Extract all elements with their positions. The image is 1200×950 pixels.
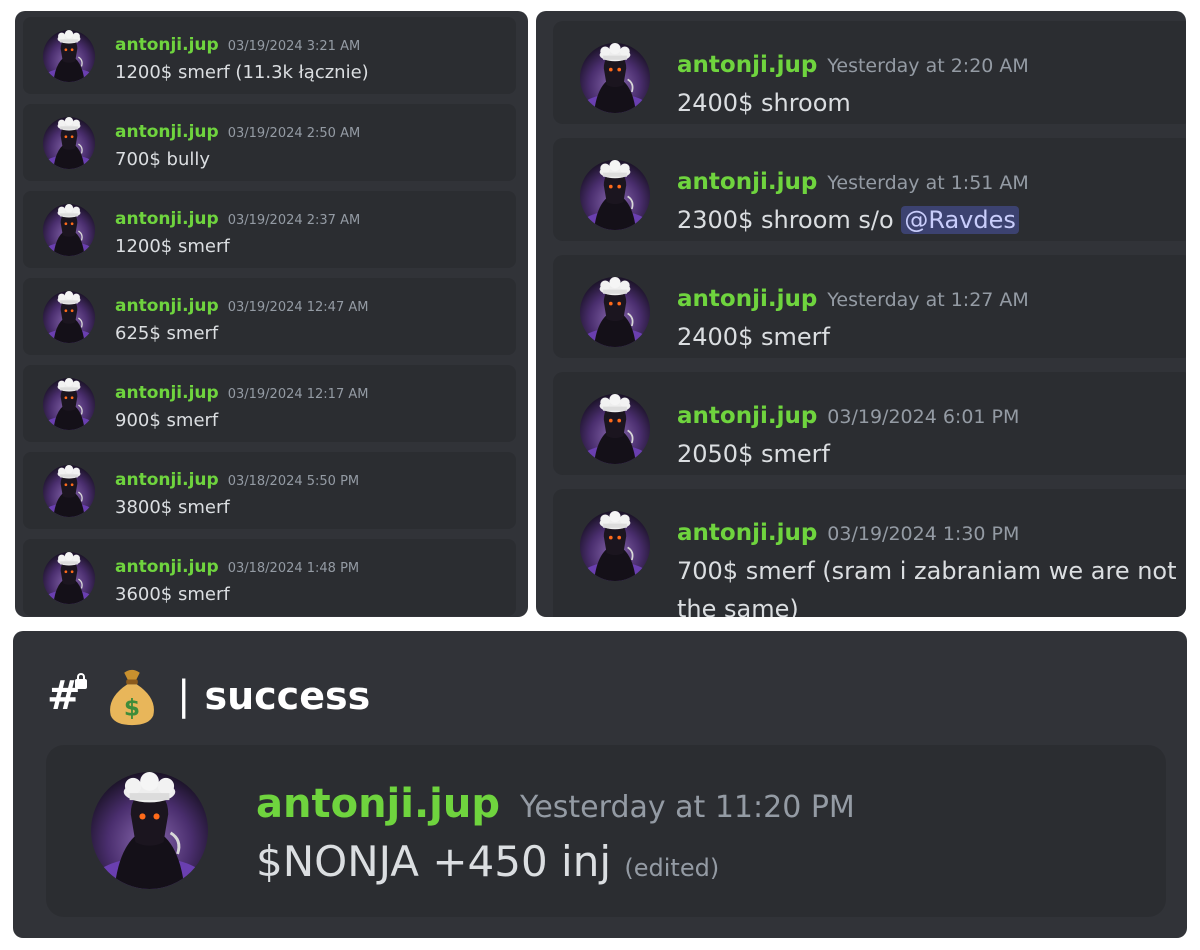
message-content: $NONJA +450 inj: [256, 837, 612, 886]
user-avatar[interactable]: [580, 511, 650, 581]
message-text: 2050$ smerf: [677, 440, 830, 468]
channel-name[interactable]: success: [204, 674, 370, 718]
username[interactable]: antonji.jup: [677, 403, 817, 429]
private-channel-hash-icon: #: [47, 673, 91, 719]
timestamp: Yesterday at 1:51 AM: [827, 172, 1029, 194]
message-text: 700$ bully: [115, 149, 211, 170]
username[interactable]: antonji.jup: [677, 520, 817, 546]
lock-icon: [75, 673, 87, 689]
edited-label: (edited): [624, 854, 720, 882]
username[interactable]: antonji.jup: [115, 383, 219, 403]
message-item[interactable]: antonji.jup 03/18/2024 1:48 PM 3600$ smer…: [23, 539, 516, 616]
user-avatar[interactable]: [43, 117, 95, 169]
money-bag-emoji-icon: $: [110, 669, 154, 726]
right-screenshot-panel: antonji.jup Yesterday at 2:20 AM 2400$ sh…: [536, 11, 1186, 617]
message-item[interactable]: antonji.jup 03/18/2024 5:50 PM 3800$ smer…: [23, 452, 516, 529]
message-item[interactable]: antonji.jup 03/19/2024 2:50 AM 700$ bully: [23, 104, 516, 181]
message-item[interactable]: antonji.jup 03/19/2024 2:37 AM 1200$ smer…: [23, 191, 516, 268]
user-avatar[interactable]: [580, 43, 650, 113]
svg-text:$: $: [124, 694, 140, 721]
message-text: 2400$ shroom: [677, 89, 851, 117]
user-avatar[interactable]: [43, 204, 95, 256]
channel-separator: |: [177, 673, 191, 719]
left-screenshot-panel: antonji.jup 03/19/2024 3:21 AM 1200$ smer…: [15, 11, 528, 617]
message-text: $NONJA +450 inj (edited): [256, 837, 719, 886]
username[interactable]: antonji.jup: [115, 209, 219, 229]
featured-message[interactable]: antonji.jup Yesterday at 11:20 PM $NONJA …: [46, 745, 1166, 917]
user-avatar[interactable]: [43, 378, 95, 430]
timestamp: 03/19/2024 6:01 PM: [827, 406, 1020, 428]
message-text: 900$ smerf: [115, 410, 219, 431]
username[interactable]: antonji.jup: [115, 35, 219, 55]
timestamp: 03/18/2024 1:48 PM: [227, 561, 360, 576]
username[interactable]: antonji.jup: [115, 122, 219, 142]
timestamp: 03/18/2024 5:50 PM: [227, 474, 360, 489]
timestamp: 03/19/2024 2:37 AM: [227, 213, 361, 228]
timestamp: Yesterday at 1:27 AM: [827, 289, 1029, 311]
user-avatar[interactable]: [91, 772, 208, 889]
username[interactable]: antonji.jup: [115, 296, 219, 316]
user-avatar[interactable]: [43, 291, 95, 343]
channel-screenshot-panel: # $ | success antonji.jup Yesterday at 11…: [13, 631, 1187, 938]
username[interactable]: antonji.jup: [677, 286, 817, 312]
username[interactable]: antonji.jup: [115, 557, 219, 577]
message-text-prefix: 2300$ shroom s/o: [677, 206, 902, 234]
message-item[interactable]: antonji.jup 03/19/2024 3:21 AM 1200$ smer…: [23, 17, 516, 94]
timestamp: Yesterday at 2:20 AM: [827, 55, 1029, 77]
timestamp: 03/19/2024 12:17 AM: [227, 387, 369, 402]
user-avatar[interactable]: [43, 465, 95, 517]
user-avatar[interactable]: [580, 160, 650, 230]
username[interactable]: antonji.jup: [677, 52, 817, 78]
user-avatar[interactable]: [580, 277, 650, 347]
message-item[interactable]: antonji.jup 03/19/2024 12:17 AM 900$ smer…: [23, 365, 516, 442]
message-text: 3600$ smerf: [115, 584, 230, 605]
message-item[interactable]: antonji.jup Yesterday at 2:20 AM 2400$ sh…: [553, 21, 1186, 124]
timestamp: 03/19/2024 1:30 PM: [827, 523, 1020, 545]
message-item[interactable]: antonji.jup 03/19/2024 12:47 AM 625$ smer…: [23, 278, 516, 355]
username[interactable]: antonji.jup: [677, 169, 817, 195]
timestamp: 03/19/2024 12:47 AM: [227, 300, 369, 315]
message-item[interactable]: antonji.jup Yesterday at 1:27 AM 2400$ sm…: [553, 255, 1186, 358]
message-item[interactable]: antonji.jup 03/19/2024 1:30 PM 700$ smerf…: [553, 489, 1186, 617]
user-avatar[interactable]: [580, 394, 650, 464]
user-mention[interactable]: @Ravdes: [901, 206, 1019, 234]
user-avatar[interactable]: [43, 30, 95, 82]
message-text: 3800$ smerf: [115, 497, 230, 518]
username[interactable]: antonji.jup: [256, 781, 500, 827]
timestamp: 03/19/2024 3:21 AM: [227, 39, 361, 54]
message-item[interactable]: antonji.jup Yesterday at 1:51 AM 2300$ sh…: [553, 138, 1186, 241]
message-item[interactable]: antonji.jup 03/19/2024 6:01 PM 2050$ smer…: [553, 372, 1186, 475]
timestamp: Yesterday at 11:20 PM: [519, 790, 855, 825]
channel-header: # $ | success: [47, 661, 370, 731]
message-text: 1200$ smerf (11.3k łącznie): [115, 62, 369, 83]
message-text: 2400$ smerf: [677, 323, 830, 351]
username[interactable]: antonji.jup: [115, 470, 219, 490]
message-text: 1200$ smerf: [115, 236, 230, 257]
user-avatar[interactable]: [43, 552, 95, 604]
message-text: 700$ smerf (sram i zabraniam we are not …: [677, 557, 1177, 617]
message-text: 2300$ shroom s/o @Ravdes: [677, 201, 1186, 239]
timestamp: 03/19/2024 2:50 AM: [227, 126, 361, 141]
message-text: 625$ smerf: [115, 323, 219, 344]
